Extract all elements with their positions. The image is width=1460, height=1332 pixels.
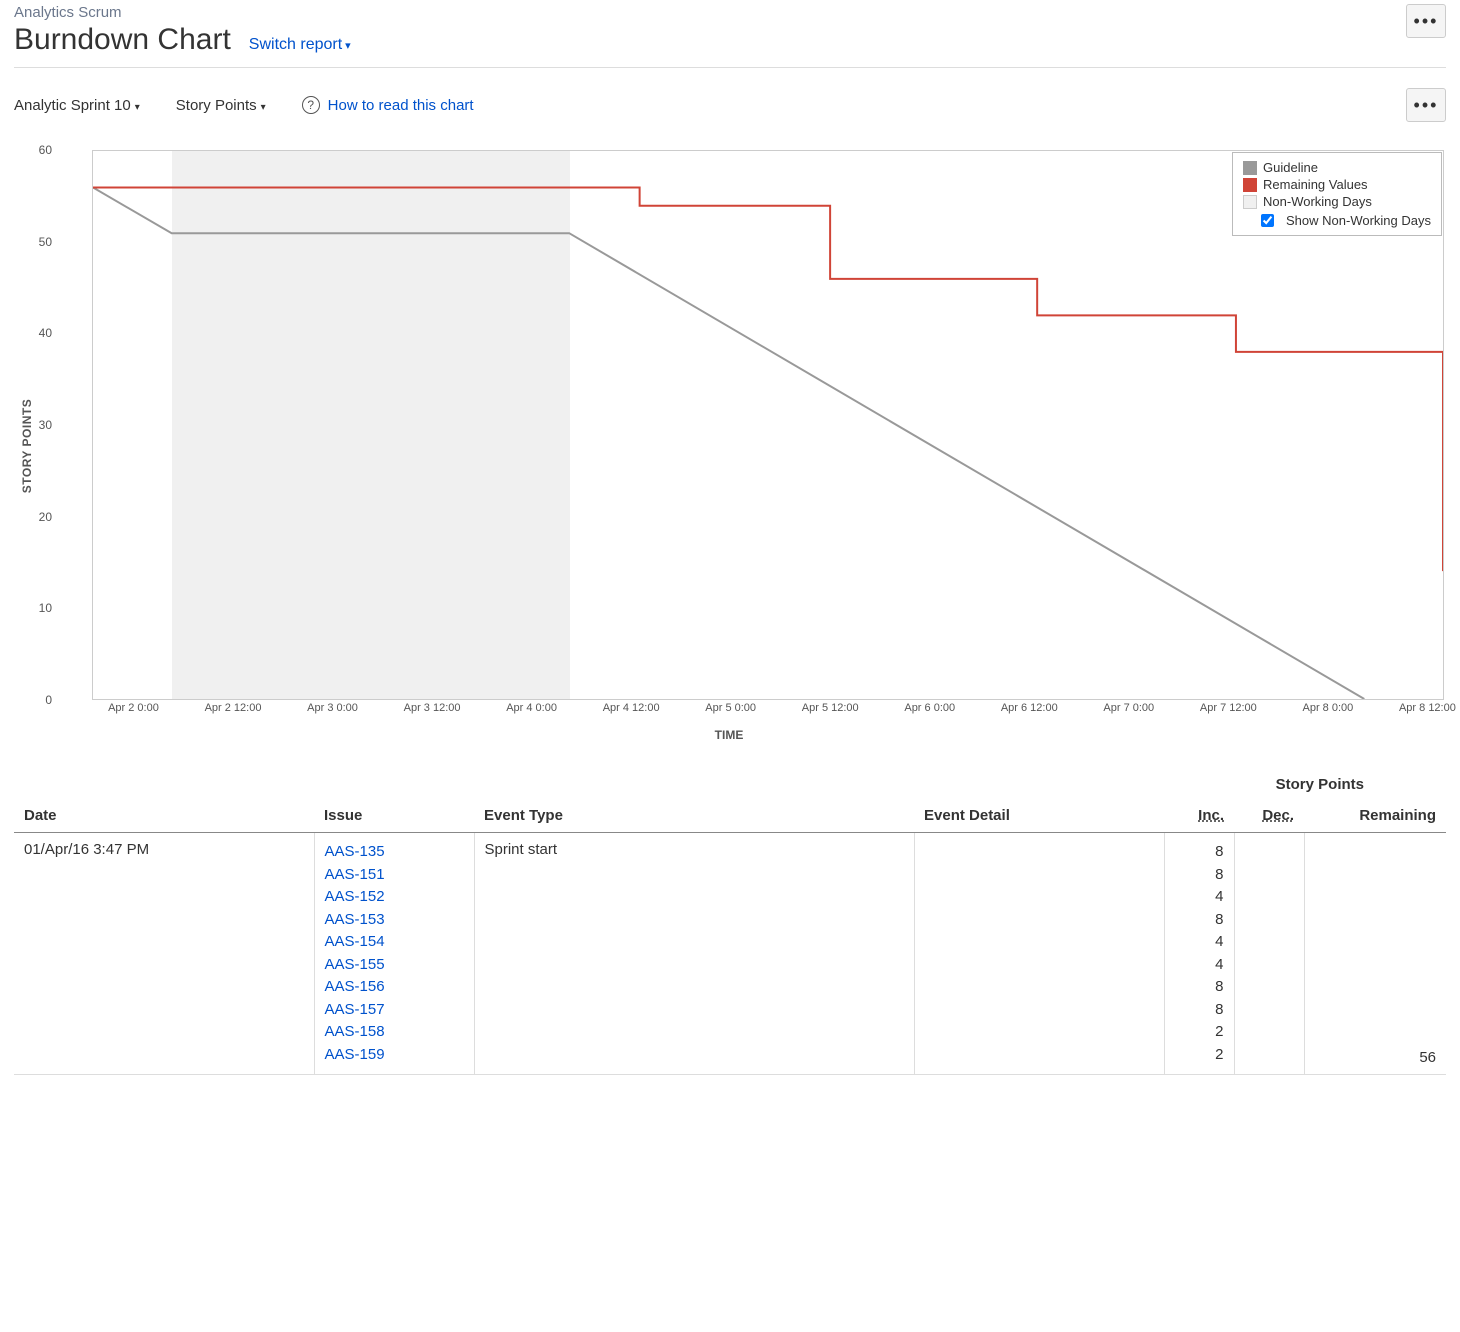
issue-link[interactable]: AAS-156 bbox=[325, 976, 464, 999]
y-tick: 40 bbox=[22, 326, 52, 340]
metric-dropdown-label: Story Points bbox=[176, 97, 257, 114]
issue-link[interactable]: AAS-155 bbox=[325, 954, 464, 977]
how-to-read-link[interactable]: ? How to read this chart bbox=[302, 96, 474, 114]
page-title: Burndown Chart bbox=[14, 23, 231, 57]
burndown-chart: STORY POINTS 0102030405060 Guideline Rem… bbox=[14, 150, 1444, 742]
chevron-down-icon: ▾ bbox=[345, 40, 351, 52]
legend-swatch-remaining bbox=[1243, 178, 1257, 192]
help-link-label: How to read this chart bbox=[328, 97, 474, 114]
issue-link[interactable]: AAS-135 bbox=[325, 841, 464, 864]
more-actions-button[interactable]: ••• bbox=[1406, 4, 1446, 38]
y-tick: 30 bbox=[22, 418, 52, 432]
y-axis-label: STORY POINTS bbox=[20, 399, 34, 493]
cell-remaining: 56 bbox=[1304, 833, 1446, 1075]
metric-dropdown[interactable]: Story Points ▾ bbox=[176, 97, 266, 114]
legend-guideline-label: Guideline bbox=[1263, 160, 1318, 175]
legend-swatch-guideline bbox=[1243, 161, 1257, 175]
x-tick: Apr 3 0:00 bbox=[307, 702, 358, 714]
x-tick: Apr 7 0:00 bbox=[1103, 702, 1154, 714]
x-tick: Apr 3 12:00 bbox=[404, 702, 461, 714]
y-tick: 20 bbox=[22, 510, 52, 524]
table-supertitle: Story Points bbox=[14, 776, 1446, 793]
cell-issues: AAS-135AAS-151AAS-152AAS-153AAS-154AAS-1… bbox=[314, 833, 474, 1075]
chart-legend: Guideline Remaining Values Non-Working D… bbox=[1232, 152, 1442, 236]
issue-link[interactable]: AAS-152 bbox=[325, 886, 464, 909]
inc-value: 8 bbox=[1175, 976, 1224, 999]
issue-link[interactable]: AAS-157 bbox=[325, 999, 464, 1022]
chevron-down-icon: ▾ bbox=[261, 102, 266, 113]
inc-value: 4 bbox=[1175, 954, 1224, 977]
cell-event-type: Sprint start bbox=[474, 833, 914, 1075]
inc-value: 4 bbox=[1175, 886, 1224, 909]
table-row: 01/Apr/16 3:47 PM AAS-135AAS-151AAS-152A… bbox=[14, 833, 1446, 1075]
col-dec[interactable]: Dec. bbox=[1234, 799, 1304, 833]
x-tick: Apr 4 12:00 bbox=[603, 702, 660, 714]
col-remaining[interactable]: Remaining bbox=[1304, 799, 1446, 833]
legend-remaining-label: Remaining Values bbox=[1263, 177, 1368, 192]
col-event-type[interactable]: Event Type bbox=[474, 799, 914, 833]
inc-value: 4 bbox=[1175, 931, 1224, 954]
x-tick: Apr 5 12:00 bbox=[802, 702, 859, 714]
switch-report-label: Switch report bbox=[249, 36, 342, 53]
show-nonworking-checkbox[interactable] bbox=[1261, 214, 1274, 227]
issue-link[interactable]: AAS-159 bbox=[325, 1044, 464, 1067]
cell-inc: 8848448822 bbox=[1164, 833, 1234, 1075]
show-nonworking-label: Show Non-Working Days bbox=[1286, 213, 1431, 228]
issue-link[interactable]: AAS-158 bbox=[325, 1021, 464, 1044]
inc-value: 2 bbox=[1175, 1044, 1224, 1067]
issue-link[interactable]: AAS-153 bbox=[325, 909, 464, 932]
x-axis-label: TIME bbox=[715, 728, 744, 742]
inc-value: 8 bbox=[1175, 864, 1224, 887]
col-event-detail[interactable]: Event Detail bbox=[914, 799, 1164, 833]
chevron-down-icon: ▾ bbox=[135, 102, 140, 113]
series-remaining-values bbox=[93, 188, 1443, 572]
switch-report-link[interactable]: Switch report▾ bbox=[249, 36, 351, 54]
x-tick: Apr 7 12:00 bbox=[1200, 702, 1257, 714]
cell-dec bbox=[1234, 833, 1304, 1075]
help-icon: ? bbox=[302, 96, 320, 114]
y-tick: 50 bbox=[22, 235, 52, 249]
inc-value: 2 bbox=[1175, 1021, 1224, 1044]
legend-nonworking-label: Non-Working Days bbox=[1263, 194, 1372, 209]
legend-swatch-nonworking bbox=[1243, 195, 1257, 209]
y-tick: 10 bbox=[22, 601, 52, 615]
x-tick: Apr 2 0:00 bbox=[108, 702, 159, 714]
col-date[interactable]: Date bbox=[14, 799, 314, 833]
sprint-dropdown[interactable]: Analytic Sprint 10 ▾ bbox=[14, 97, 140, 114]
ellipsis-icon: ••• bbox=[1414, 95, 1439, 116]
col-inc[interactable]: Inc. bbox=[1164, 799, 1234, 833]
breadcrumb[interactable]: Analytics Scrum bbox=[14, 4, 351, 21]
x-tick: Apr 4 0:00 bbox=[506, 702, 557, 714]
cell-date: 01/Apr/16 3:47 PM bbox=[14, 833, 314, 1075]
x-tick: Apr 5 0:00 bbox=[705, 702, 756, 714]
col-issue[interactable]: Issue bbox=[314, 799, 474, 833]
chart-more-button[interactable]: ••• bbox=[1406, 88, 1446, 122]
x-tick: Apr 6 0:00 bbox=[904, 702, 955, 714]
ellipsis-icon: ••• bbox=[1414, 11, 1439, 32]
inc-value: 8 bbox=[1175, 841, 1224, 864]
cell-event-detail bbox=[914, 833, 1164, 1075]
events-table: Date Issue Event Type Event Detail Inc. … bbox=[14, 799, 1446, 1075]
chart-plot-area: Guideline Remaining Values Non-Working D… bbox=[92, 150, 1444, 700]
issue-link[interactable]: AAS-154 bbox=[325, 931, 464, 954]
series-guideline bbox=[93, 188, 1364, 699]
x-tick: Apr 8 12:00 bbox=[1399, 702, 1456, 714]
x-tick: Apr 6 12:00 bbox=[1001, 702, 1058, 714]
issue-link[interactable]: AAS-151 bbox=[325, 864, 464, 887]
y-tick: 60 bbox=[22, 143, 52, 157]
x-tick: Apr 8 0:00 bbox=[1302, 702, 1353, 714]
x-tick: Apr 2 12:00 bbox=[205, 702, 262, 714]
inc-value: 8 bbox=[1175, 909, 1224, 932]
sprint-dropdown-label: Analytic Sprint 10 bbox=[14, 97, 131, 114]
inc-value: 8 bbox=[1175, 999, 1224, 1022]
y-tick: 0 bbox=[22, 693, 52, 707]
